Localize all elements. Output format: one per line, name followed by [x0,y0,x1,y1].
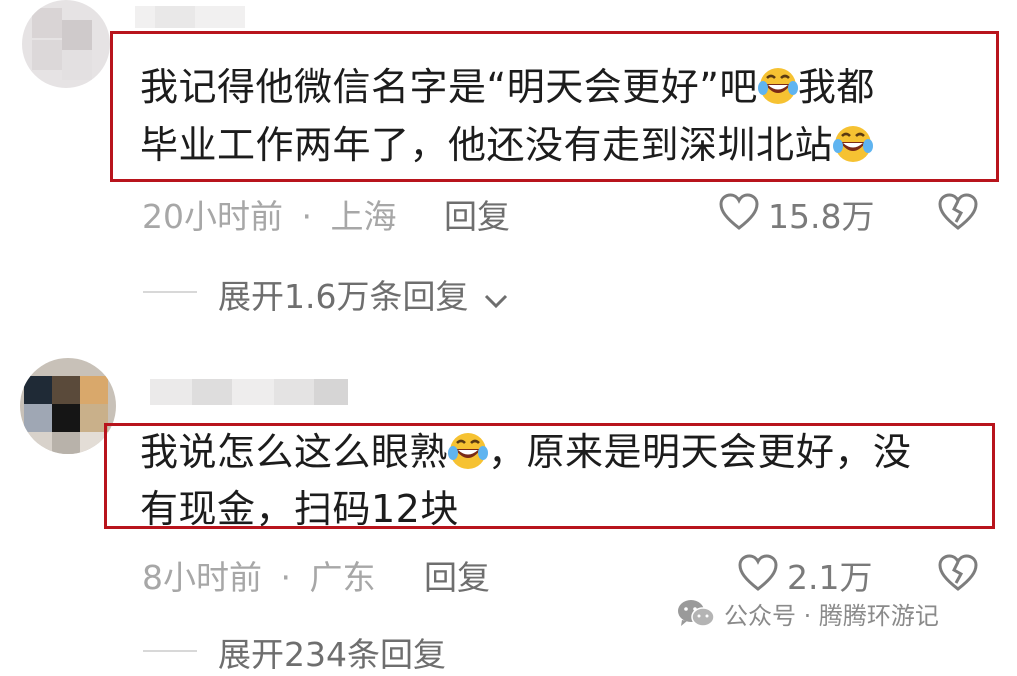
divider-dash [143,291,197,293]
like-count: 15.8万 [768,197,875,236]
wechat-icon [676,598,716,636]
comment-location: 广东 [309,558,376,597]
reply-button[interactable]: 回复 [444,190,510,238]
comment-text-line-1: 我说怎么这么眼熟 ，原来是明天会更好，没 [140,429,912,474]
comment-text-line-1: 我记得他微信名字是“明天会更好”吧 我都 [140,64,875,109]
comment-meta: 8小时前 · 广东 [142,551,376,599]
like-count: 2.1万 [787,558,873,597]
like-heart-icon[interactable] [737,553,779,593]
like-heart-icon[interactable] [718,192,760,232]
rofl-emoji-icon [448,429,489,469]
meta-separator: · [280,558,292,597]
rofl-emoji-icon [757,64,798,104]
divider-dash [143,650,197,652]
comment-meta: 20小时前 · 上海 [142,190,397,238]
rofl-emoji-icon [833,122,874,162]
avatar[interactable] [20,358,116,454]
comment-text-line-2: 毕业工作两年了，他还没有走到深圳北站 [140,116,874,174]
username-blurred[interactable] [150,375,350,407]
watermark: 公众号 · 腾腾环游记 [676,596,939,636]
meta-separator: · [301,197,313,236]
reply-button[interactable]: 回复 [424,551,490,599]
comment-text-line-2: 有现金，扫码12块 [140,487,459,531]
dislike-broken-heart-icon[interactable] [937,192,979,232]
avatar[interactable] [22,0,110,88]
expand-replies-button[interactable]: 展开1.6万条回复 [218,270,509,318]
comment-time: 8小时前 [142,558,262,597]
comment-location: 上海 [330,197,397,236]
dislike-broken-heart-icon[interactable] [937,553,979,593]
expand-replies-button[interactable]: 展开234条回复 [218,628,446,676]
username-blurred[interactable] [135,6,245,28]
chevron-down-icon [483,279,509,318]
comment-time: 20小时前 [142,197,283,236]
